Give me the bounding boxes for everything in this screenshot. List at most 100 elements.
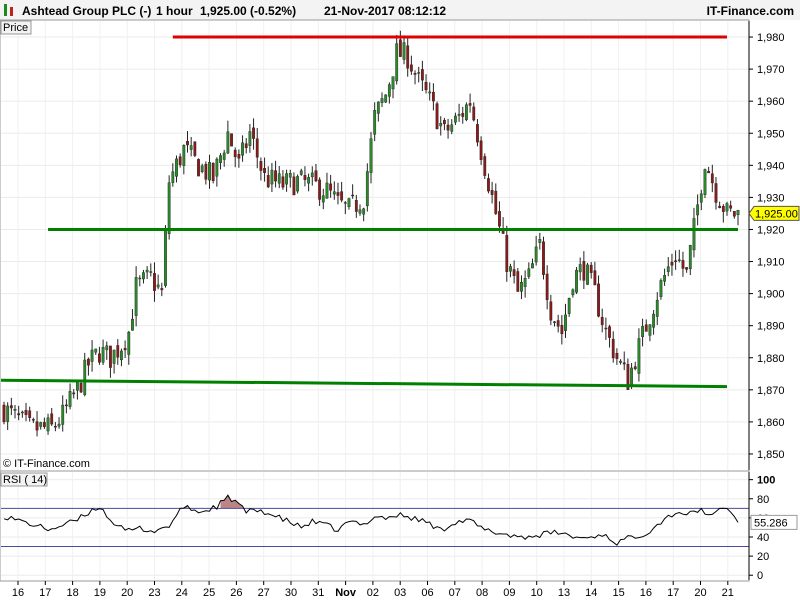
candle-body: [582, 261, 586, 281]
candle-body: [578, 264, 582, 273]
candle-body: [527, 268, 531, 277]
candle-body: [600, 317, 604, 325]
x-tick-label: 13: [558, 587, 570, 599]
candle-body: [369, 138, 373, 173]
candle-body: [443, 120, 446, 125]
candle-body: [296, 176, 299, 192]
candle-body: [512, 269, 516, 277]
x-tick-label: 20: [121, 587, 133, 599]
x-tick-label: 27: [258, 587, 270, 599]
candle-body: [468, 103, 472, 106]
candle-body: [696, 204, 700, 216]
candle-body: [222, 152, 226, 160]
candle-body: [692, 218, 696, 251]
x-tick-label: 23: [148, 587, 160, 599]
candle-body: [556, 320, 560, 327]
candle-body: [560, 324, 564, 335]
candle-body: [648, 324, 652, 336]
candle-body: [178, 156, 182, 166]
candle-body: [9, 405, 13, 409]
candle-body: [586, 264, 589, 285]
candle-body: [655, 299, 659, 317]
price-tick-label: 1,860: [757, 417, 785, 429]
current-price-label: 1,925.00: [755, 208, 798, 220]
candle-body: [545, 273, 549, 301]
candle-body: [329, 183, 333, 191]
candle-body: [50, 413, 54, 425]
candle-body: [718, 205, 722, 209]
price-tick-label: 1,910: [757, 257, 785, 269]
candle-body: [164, 230, 167, 286]
candle-body: [57, 423, 61, 427]
candle-body: [413, 73, 417, 75]
candle-body: [373, 110, 377, 135]
price-tick-label: 1,890: [757, 321, 785, 333]
candle-body: [98, 353, 101, 363]
candle-body: [523, 278, 527, 287]
candle-body: [534, 246, 538, 263]
candle-body: [343, 202, 347, 204]
candle-body: [266, 175, 270, 188]
x-tick-label: 02: [367, 587, 379, 599]
candle-body: [589, 264, 593, 273]
x-tick-label: 25: [203, 587, 215, 599]
price-axis: 1,850 1,860 1,870 1,880 1,890 1,900 1,910 1,920…: [748, 21, 785, 470]
candle-body: [509, 266, 512, 272]
price-tick-label: 1,920: [757, 224, 785, 236]
candle-body: [255, 138, 259, 158]
candle-body: [670, 261, 674, 266]
candle-body: [476, 124, 479, 143]
candle-body: [244, 143, 248, 149]
x-tick-label: 09: [503, 587, 515, 599]
candle-body: [112, 349, 116, 364]
candle-body: [105, 345, 109, 351]
candle-body: [303, 175, 307, 180]
candle-body: [428, 91, 432, 94]
candle-body: [652, 313, 655, 328]
rsi-value-label: 55.286: [754, 517, 788, 529]
candle-body: [347, 198, 351, 207]
candle-body: [611, 338, 615, 359]
chart: Ashtead Group PLC (-) 1 hour 1,925.00 (-…: [0, 0, 800, 599]
price-panel: [0, 19, 750, 472]
x-tick-label: 18: [66, 587, 78, 599]
candle-body: [325, 182, 329, 199]
candle-body: [725, 203, 729, 212]
candle-body: [208, 162, 211, 181]
price-tick-label: 1,950: [757, 128, 785, 140]
price-tick-label: 1,980: [757, 32, 785, 44]
rsi-panel-label: RSI ( 14): [3, 474, 47, 486]
candle-body: [487, 178, 490, 192]
candle-body: [630, 367, 633, 387]
candle-body: [736, 210, 740, 215]
candle-body: [420, 69, 424, 81]
price-tick-label: 1,880: [757, 353, 785, 365]
rsi-tick-label: 80: [757, 494, 769, 506]
candle-body: [292, 176, 296, 196]
candle-body: [248, 131, 252, 146]
candle-body: [79, 382, 83, 393]
rsi-panel: [0, 470, 750, 582]
candle-body: [362, 208, 366, 215]
candle-body: [171, 171, 175, 183]
candle-body: [494, 190, 498, 214]
x-tick-label: 08: [476, 587, 488, 599]
price-panel-label: Price: [3, 22, 28, 34]
x-tick-label: 16: [640, 587, 652, 599]
candle-body: [417, 72, 421, 74]
candle-body: [619, 360, 622, 363]
price-tick-label: 1,870: [757, 385, 785, 397]
candle-body: [633, 366, 637, 370]
x-tick-label: 03: [394, 587, 406, 599]
candle-body: [270, 169, 274, 185]
candle-body: [365, 171, 369, 207]
candle-body: [189, 145, 193, 150]
x-axis: 16 17 18 19 20 23 24 25 26 27 30 31 Nov 02 03 06 07 08 09 1…: [12, 581, 734, 599]
price-tick-label: 1,970: [757, 64, 785, 76]
candle-body: [2, 404, 6, 423]
candle-body: [549, 301, 553, 321]
candle-body: [94, 348, 98, 353]
candle-body: [64, 404, 68, 407]
candle-body: [729, 205, 733, 209]
x-tick-label: 07: [449, 587, 461, 599]
